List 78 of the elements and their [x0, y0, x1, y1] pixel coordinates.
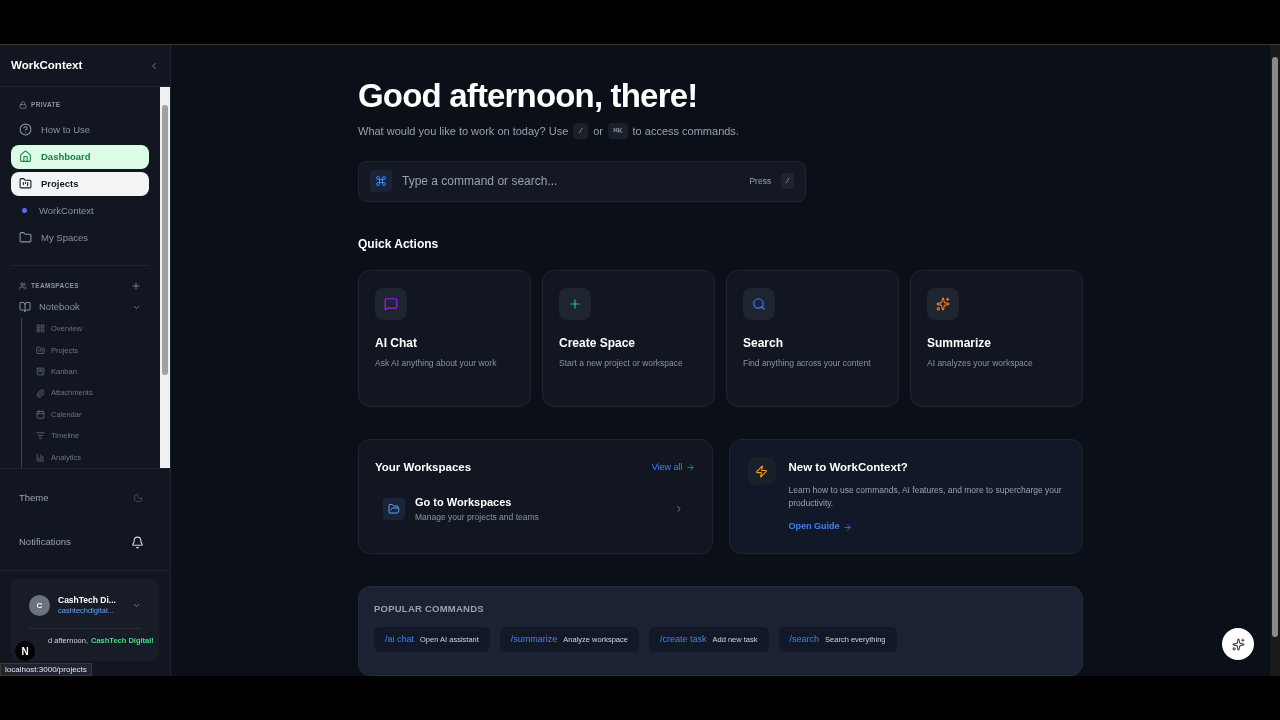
card-title: Your Workspaces	[375, 460, 472, 475]
card-title: AI Chat	[375, 335, 418, 352]
search-icon	[752, 297, 766, 311]
workspace-link[interactable]: Go to Workspaces Manage your projects and teams	[375, 494, 696, 524]
help-icon	[19, 123, 32, 137]
card-title: Summarize	[927, 335, 993, 352]
command-name: /ai chat	[385, 633, 415, 646]
item-title: Go to Workspaces	[415, 495, 513, 511]
timeline-icon	[36, 431, 45, 441]
quick-action-card[interactable]: Summarize AI analyzes your workspace	[910, 270, 1083, 407]
user-name: CashTech Di...	[58, 595, 117, 606]
calendar-icon	[36, 410, 45, 419]
card-description: AI analyzes your workspace	[927, 357, 1034, 370]
lock-icon	[19, 100, 27, 109]
paperclip-icon	[36, 388, 45, 398]
card-description: Ask AI anything about your work	[375, 357, 498, 370]
open-guide-link[interactable]: Open Guide	[788, 520, 1066, 534]
card-title: Create Space	[559, 335, 637, 352]
press-hint: Press	[749, 174, 772, 188]
bell-icon[interactable]	[131, 535, 144, 549]
grid-icon	[36, 324, 45, 334]
command-input[interactable]: Type a command or search...	[402, 172, 740, 191]
chevron-down-icon[interactable]	[132, 601, 141, 610]
avatar: C	[29, 595, 50, 616]
command-name: /summarize	[510, 633, 558, 646]
command-icon	[375, 175, 387, 188]
page-title: Good afternoon, there!	[358, 76, 699, 116]
key-hint: ⌘K	[607, 123, 628, 140]
subtitle-text: What would you like to work on today? Use	[358, 124, 569, 139]
subtitle-text: or	[593, 124, 603, 139]
sidebar-item[interactable]: Dashboard	[11, 144, 149, 169]
quick-action-card[interactable]: Create Space Start a new project or workspace	[542, 270, 715, 407]
sparkles-icon	[1231, 637, 1245, 651]
sidebar-item[interactable]: How to Use	[11, 117, 149, 142]
sparkles-icon	[936, 297, 950, 311]
card-title: New to WorkContext?	[788, 460, 909, 475]
section-title: Quick Actions	[358, 236, 440, 253]
key-hint: /	[573, 123, 589, 140]
view-all-link[interactable]: View all	[651, 460, 695, 475]
section-heading: POPULAR COMMANDS	[374, 602, 485, 616]
card-title: Search	[743, 335, 785, 352]
sidebar-item[interactable]: Projects	[11, 171, 149, 196]
quick-action-card[interactable]: Search Find anything across your content	[726, 270, 899, 407]
quick-action-card[interactable]: AI Chat Ask AI anything about your work	[358, 270, 531, 407]
moon-icon[interactable]	[133, 493, 143, 503]
lightning-icon	[755, 464, 768, 478]
plus-icon	[568, 297, 582, 311]
folder-icon	[36, 345, 45, 355]
key-hint: /	[781, 173, 794, 190]
ai-assistant-button[interactable]	[1222, 628, 1254, 660]
folder-icon	[19, 177, 32, 191]
folder-icon	[19, 231, 32, 245]
arrow-right-icon	[685, 463, 695, 473]
sidebar-item[interactable]: My Spaces	[11, 225, 149, 250]
sidebar-item[interactable]: WorkContext	[11, 198, 149, 223]
arrow-right-icon	[842, 522, 852, 532]
command-field[interactable]: Type a command or search... Press /	[358, 160, 806, 202]
folder-icon	[388, 502, 400, 515]
theme-label: Theme	[19, 490, 49, 505]
card-description: Learn how to use commands, AI features, and more to supercharge your productivity.	[788, 484, 1063, 511]
bar-chart-icon	[36, 452, 45, 462]
home-icon	[19, 150, 32, 164]
status-url: localhost:3000/projects	[0, 663, 92, 676]
brand-logo: WorkContext	[11, 57, 83, 73]
command-name: /search	[789, 633, 820, 646]
notifications-label: Notifications	[19, 534, 71, 549]
command-name: /create task	[659, 633, 707, 646]
book-icon	[19, 301, 31, 314]
kanban-icon	[36, 367, 45, 377]
item-description: Manage your projects and teams	[415, 510, 540, 524]
subtitle-text: to access commands.	[632, 124, 739, 139]
users-icon	[19, 281, 27, 290]
chat-icon	[384, 297, 398, 311]
collapse-icon[interactable]	[149, 60, 159, 71]
card-description: Find anything across your content	[743, 357, 872, 370]
sidebar-item[interactable]: Notebook	[11, 296, 149, 319]
card-description: Start a new project or workspace	[559, 357, 684, 370]
add-icon[interactable]	[131, 280, 141, 291]
